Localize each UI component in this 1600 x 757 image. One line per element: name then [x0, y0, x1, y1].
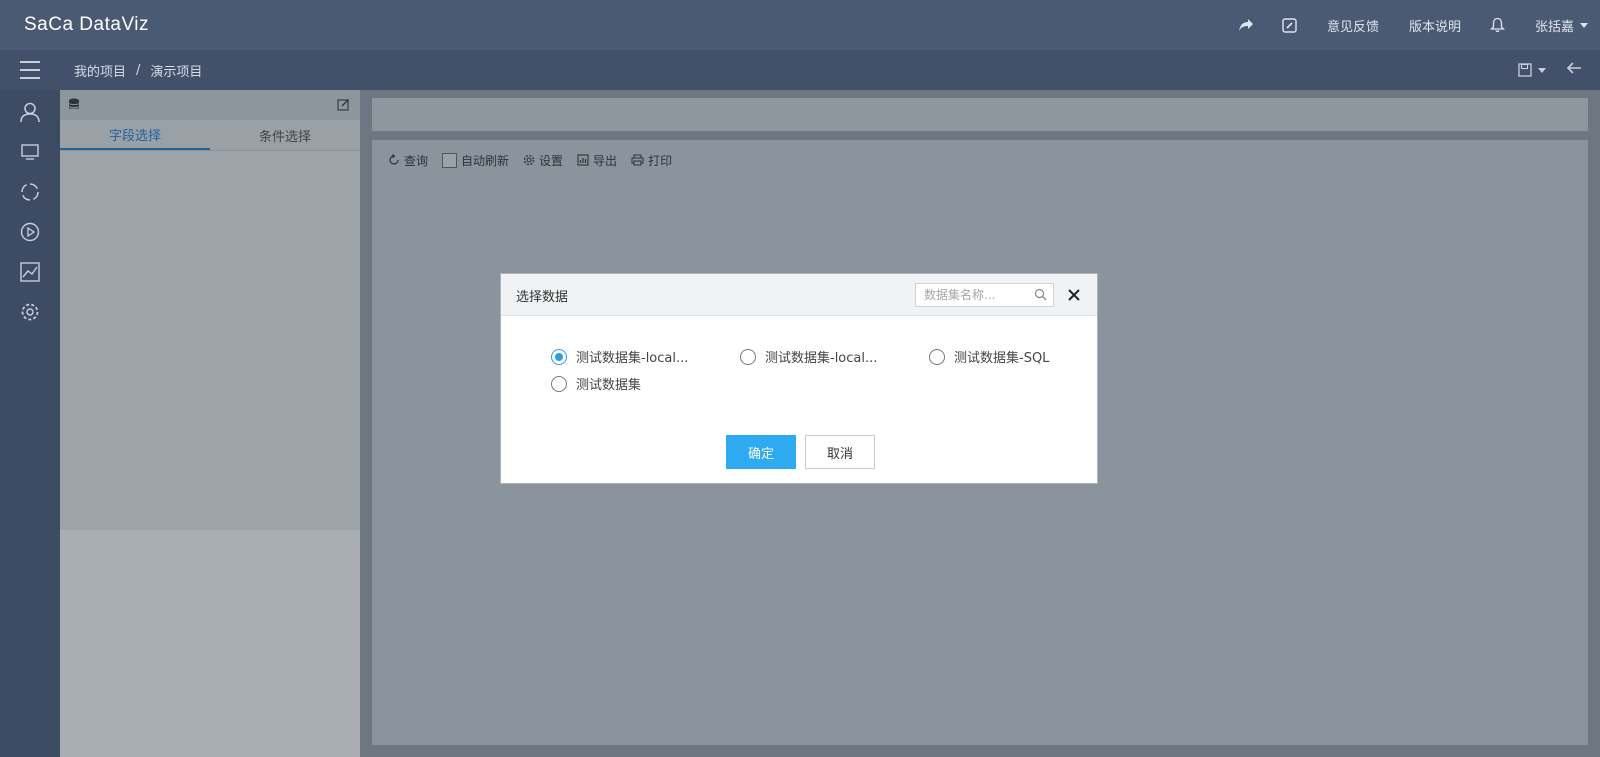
dataset-search	[915, 283, 1054, 307]
user-name: 张括嘉	[1534, 19, 1574, 35]
dataset-option[interactable]: 测试数据集-local...	[740, 347, 877, 366]
query-button[interactable]: 查询	[388, 152, 428, 169]
field-list	[60, 151, 360, 530]
edit-icon[interactable]	[1268, 0, 1312, 50]
radio-button[interactable]	[551, 375, 567, 392]
gear-icon	[523, 154, 535, 166]
printer-icon	[631, 154, 644, 166]
canvas-header-area	[372, 98, 1588, 131]
app-logo[interactable]: SaCa DataViz	[24, 14, 149, 36]
play-icon[interactable]	[0, 212, 60, 252]
chevron-down-icon	[1538, 67, 1546, 73]
field-panel: 字段选择 条件选择	[60, 90, 360, 757]
breadcrumb-bar: 我的项目 / 演示项目	[0, 50, 1600, 90]
save-icon	[1518, 63, 1532, 77]
user-icon[interactable]	[0, 92, 60, 132]
breadcrumb-demo-project[interactable]: 演示项目	[150, 61, 202, 80]
radio-button[interactable]	[929, 348, 945, 365]
report-toolbar: 查询 自动刷新 设置 导出 打印	[388, 148, 672, 172]
edit-icon[interactable]	[337, 98, 350, 111]
dataset-option[interactable]: 测试数据集-local...	[551, 347, 688, 366]
close-icon[interactable]	[1065, 286, 1083, 304]
back-arrow-icon[interactable]	[1566, 61, 1582, 79]
subbar-actions	[1518, 50, 1582, 90]
tab-field-select[interactable]: 字段选择	[60, 120, 210, 150]
bell-icon[interactable]	[1476, 0, 1520, 50]
radio-button[interactable]	[740, 348, 756, 365]
dialog-header: 选择数据	[501, 274, 1097, 316]
export-label: 导出	[593, 153, 618, 168]
auto-refresh-label: 自动刷新	[461, 153, 510, 168]
breadcrumb-separator: /	[136, 62, 141, 78]
search-icon[interactable]	[1034, 288, 1047, 301]
field-panel-tabs: 字段选择 条件选择	[60, 120, 360, 151]
auto-refresh-toggle[interactable]: 自动刷新	[442, 152, 509, 169]
feedback-link[interactable]: 意见反馈	[1312, 16, 1394, 35]
field-panel-lower	[60, 530, 360, 757]
save-menu[interactable]	[1518, 63, 1546, 77]
query-label: 查询	[404, 153, 429, 168]
top-header: SaCa DataViz 意见反馈 版本说明 张括嘉	[0, 0, 1600, 50]
settings-label: 设置	[539, 153, 564, 168]
dataset-option-label: 测试数据集	[576, 378, 642, 393]
cancel-button[interactable]: 取消	[805, 435, 875, 469]
share-icon[interactable]	[1224, 0, 1268, 50]
header-actions: 意见反馈 版本说明 张括嘉	[1224, 0, 1588, 50]
select-data-dialog: 选择数据 测试数据集-local... 测试数据集-local... 测试数据集…	[500, 273, 1098, 484]
dataset-search-input[interactable]	[916, 284, 1026, 306]
export-icon	[577, 154, 589, 166]
icon-sidebar	[0, 90, 60, 757]
dataset-option-label: 测试数据集-local...	[765, 351, 878, 366]
dialog-title: 选择数据	[516, 290, 569, 305]
field-panel-header	[60, 90, 360, 120]
user-menu[interactable]: 张括嘉	[1520, 16, 1588, 35]
chart-icon[interactable]	[0, 252, 60, 292]
breadcrumb: 我的项目 / 演示项目	[74, 50, 202, 90]
radio-button[interactable]	[551, 348, 567, 365]
monitor-icon[interactable]	[0, 132, 60, 172]
chevron-down-icon	[1580, 22, 1588, 28]
tab-condition-select[interactable]: 条件选择	[210, 120, 360, 150]
refresh-icon	[389, 154, 399, 165]
database-icon	[68, 98, 80, 109]
auto-refresh-checkbox[interactable]	[442, 152, 458, 168]
print-label: 打印	[648, 153, 673, 168]
print-button[interactable]: 打印	[631, 152, 672, 169]
breadcrumb-my-projects[interactable]: 我的项目	[74, 61, 126, 80]
confirm-button[interactable]: 确定	[726, 435, 796, 469]
dataset-option[interactable]: 测试数据集	[551, 374, 641, 393]
menu-icon[interactable]	[20, 61, 40, 79]
refresh-circle-icon[interactable]	[0, 172, 60, 212]
export-button[interactable]: 导出	[577, 152, 617, 169]
dataset-option-label: 测试数据集-local...	[576, 351, 689, 366]
settings-button[interactable]: 设置	[523, 152, 563, 169]
dataset-option-label: 测试数据集-SQL	[954, 351, 1050, 366]
release-notes-link[interactable]: 版本说明	[1394, 16, 1476, 35]
dataset-option[interactable]: 测试数据集-SQL	[929, 347, 1049, 366]
settings-icon[interactable]	[0, 292, 60, 332]
